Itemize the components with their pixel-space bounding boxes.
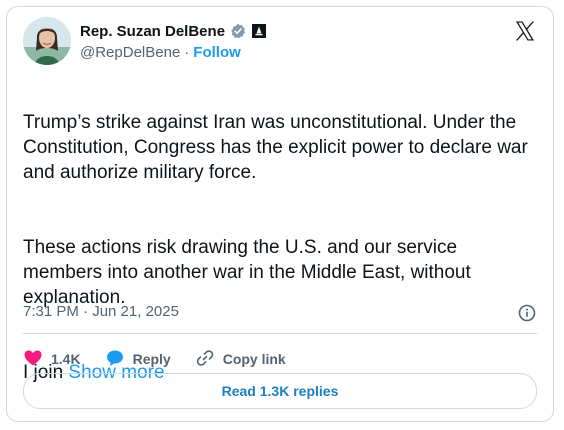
info-icon[interactable] (517, 303, 537, 323)
read-replies-button[interactable]: Read 1.3K replies (23, 373, 537, 409)
tweet-card: Rep. Suzan DelBene @RepDelBene · Follow (6, 6, 554, 422)
author-handle-row: @RepDelBene · Follow (80, 44, 241, 61)
tweet-actions: 1.4K Reply Copy link (23, 341, 286, 377)
follow-button[interactable]: Follow (193, 44, 241, 61)
author-handle[interactable]: @RepDelBene (80, 44, 180, 61)
author-name-row: Rep. Suzan DelBene (80, 21, 267, 41)
tweet-timestamp[interactable]: 7:31 PM · Jun 21, 2025 (23, 303, 179, 320)
copy-link-label: Copy link (222, 351, 286, 367)
tweet-paragraph: Trump’s strike against Iran was unconsti… (23, 112, 528, 183)
copy-link-button[interactable]: Copy link (195, 348, 286, 371)
x-logo-icon[interactable] (513, 19, 537, 43)
handle-separator: · (184, 44, 190, 61)
verified-badge-icon (230, 23, 246, 39)
government-label-icon[interactable] (251, 23, 267, 39)
avatar[interactable] (23, 17, 71, 65)
author-display-name[interactable]: Rep. Suzan DelBene (80, 23, 225, 40)
like-count: 1.4K (51, 351, 81, 367)
reply-bubble-icon (105, 348, 125, 371)
reply-label: Reply (132, 351, 171, 367)
heart-icon (23, 348, 43, 371)
divider (23, 333, 537, 334)
reply-button[interactable]: Reply (105, 348, 171, 371)
tweet-paragraph: These actions risk drawing the U.S. and … (23, 237, 471, 308)
like-button[interactable]: 1.4K (23, 348, 81, 371)
link-icon (195, 348, 215, 371)
